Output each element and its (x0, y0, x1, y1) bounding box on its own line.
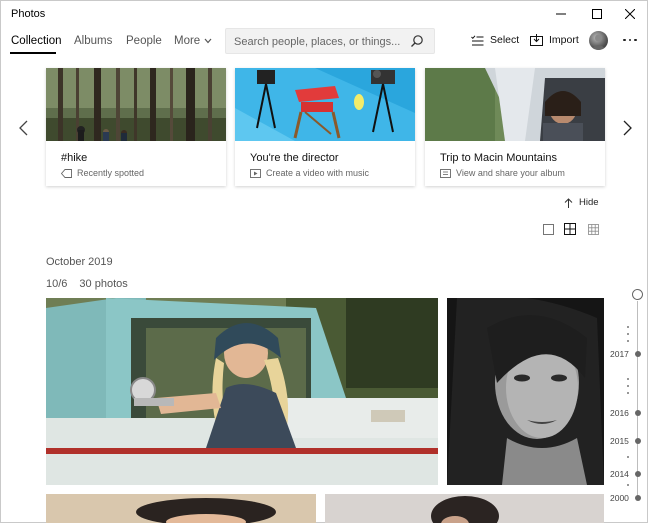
tent-image (425, 68, 605, 141)
portrait-photo (447, 298, 604, 485)
forest-image (46, 68, 226, 141)
view-medium-button[interactable] (563, 222, 577, 236)
select-button[interactable]: Select (471, 34, 519, 46)
view-small-button[interactable] (586, 222, 600, 236)
photo-hat-woman[interactable] (46, 494, 316, 523)
hide-label: Hide (579, 197, 599, 208)
photo-car-woman[interactable] (46, 298, 438, 485)
card-image (235, 68, 415, 141)
timeline-tick (627, 340, 629, 342)
account-avatar[interactable] (589, 31, 608, 50)
carousel-card-hike[interactable]: #hike Recently spotted (46, 68, 226, 186)
active-tab-indicator (10, 52, 56, 54)
card-subtitle-text: Create a video with music (266, 168, 370, 178)
card-subtitle-text: Recently spotted (77, 168, 145, 178)
card-subtitle-text: View and share your album (456, 168, 565, 178)
album-icon (440, 168, 451, 178)
more-dot (623, 38, 626, 42)
card-title: #hike (61, 152, 88, 164)
tab-collection[interactable]: Collection (11, 35, 62, 47)
import-label: Import (549, 34, 579, 46)
card-image (46, 68, 226, 141)
maximize-button[interactable] (580, 1, 614, 27)
minimize-icon (556, 13, 566, 15)
dark-hair-photo (325, 494, 604, 523)
card-image (425, 68, 605, 141)
card-subtitle: View and share your album (440, 168, 565, 178)
carousel-next-button[interactable] (619, 118, 635, 138)
timeline-current-handle[interactable] (632, 289, 643, 300)
select-label: Select (490, 34, 520, 46)
timeline-tick (627, 378, 629, 380)
timeline-track[interactable] (637, 301, 638, 498)
more-dot (634, 38, 637, 42)
import-icon (530, 34, 543, 46)
car-photo (46, 298, 438, 485)
video-icon (250, 168, 261, 178)
more-options-button[interactable] (621, 31, 639, 49)
timeline-year-marker[interactable] (634, 495, 641, 501)
hide-carousel-button[interactable]: Hide (564, 197, 599, 208)
timeline-year-marker[interactable] (634, 351, 641, 357)
minimize-button[interactable] (544, 1, 578, 27)
chevron-left-icon (18, 120, 27, 136)
hat-photo (46, 494, 316, 523)
carousel-card-director[interactable]: You're the director Create a video with … (235, 68, 415, 186)
timeline-year-label[interactable]: 2000 (610, 493, 629, 503)
timeline-tick (627, 385, 629, 387)
director-illustration (235, 68, 415, 141)
timeline-year-label[interactable]: 2016 (610, 408, 629, 418)
close-button[interactable] (613, 1, 647, 27)
chevron-down-icon (204, 38, 212, 44)
select-list-icon (471, 34, 484, 45)
more-dot (628, 38, 632, 42)
timeline-year-label[interactable]: 2015 (610, 436, 629, 446)
carousel-prev-button[interactable] (15, 118, 31, 138)
arrow-up-icon (564, 197, 573, 208)
timeline-year-marker[interactable] (634, 410, 641, 416)
card-subtitle: Create a video with music (250, 168, 369, 178)
month-heading: October 2019 (46, 256, 113, 268)
timeline-tick (627, 333, 629, 335)
search-icon[interactable] (410, 34, 424, 48)
timeline-tick (627, 456, 629, 458)
close-icon (625, 9, 635, 19)
date-label: 10/6 (46, 278, 68, 290)
tag-icon (61, 168, 72, 178)
timeline-tick (627, 484, 629, 486)
timeline-year-marker[interactable] (634, 471, 641, 477)
photo-count: 30 photos (79, 278, 128, 290)
date-group-header: 10/6 30 photos (46, 278, 128, 290)
search-box[interactable] (225, 28, 435, 54)
maximize-icon (592, 9, 602, 19)
small-grid-icon (587, 223, 599, 235)
card-subtitle: Recently spotted (61, 168, 144, 178)
tab-people[interactable]: People (126, 35, 162, 47)
title-bar: Photos (1, 1, 647, 27)
import-button[interactable]: Import (530, 34, 579, 46)
view-large-button[interactable] (541, 222, 555, 236)
chevron-right-icon (623, 120, 632, 136)
single-view-icon (542, 223, 554, 235)
timeline-tick (627, 326, 629, 328)
carousel-card-trip[interactable]: Trip to Macin Mountains View and share y… (425, 68, 605, 186)
tab-more[interactable]: More (174, 35, 212, 47)
timeline-year-marker[interactable] (634, 438, 641, 444)
tab-albums[interactable]: Albums (74, 35, 112, 47)
avatar-photo-icon (591, 34, 606, 50)
photo-dark-hair[interactable] (325, 494, 604, 523)
app-title: Photos (11, 8, 46, 20)
photo-portrait-woman[interactable] (447, 298, 604, 485)
card-title: Trip to Macin Mountains (440, 152, 557, 164)
timeline-year-label[interactable]: 2014 (610, 469, 629, 479)
card-title: You're the director (250, 152, 339, 164)
medium-grid-icon (564, 223, 576, 235)
tab-more-label: More (174, 35, 201, 47)
search-input[interactable] (234, 34, 410, 50)
timeline-year-label[interactable]: 2017 (610, 349, 629, 359)
timeline-tick (627, 392, 629, 394)
